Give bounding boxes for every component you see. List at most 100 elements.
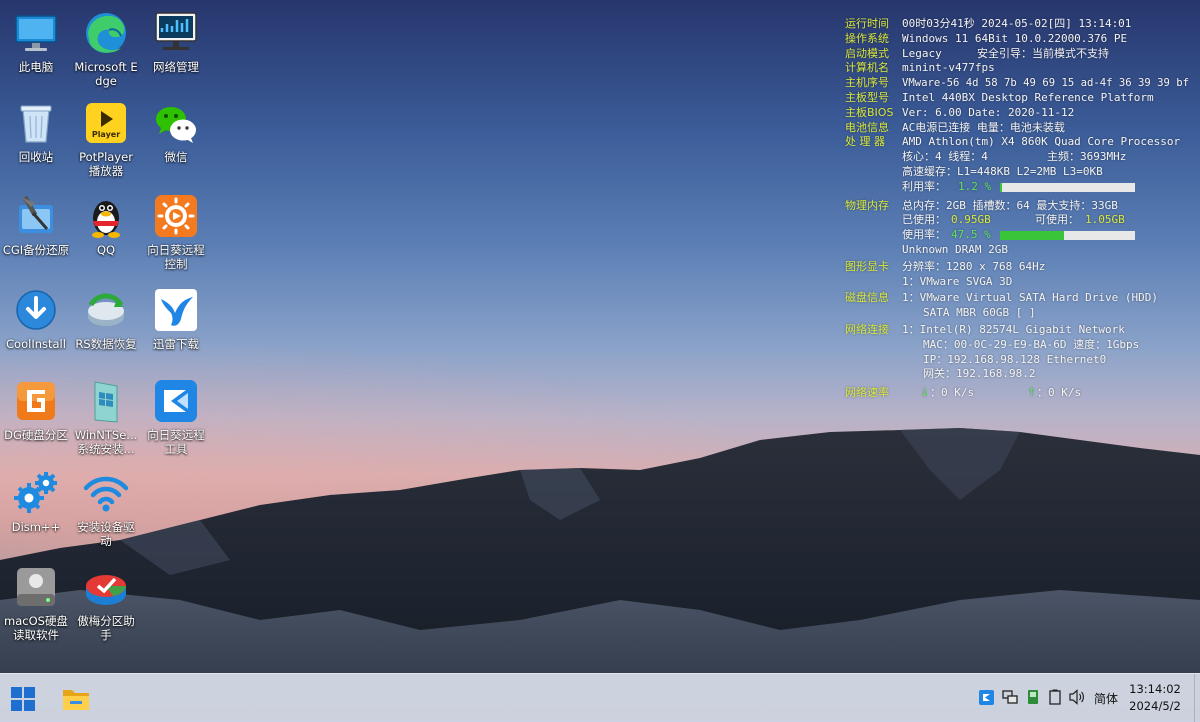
info-val-serial: VMware-56 4d 58 7b 49 69 15 ad-4f 36 39 … xyxy=(902,77,1190,90)
desktop-icon-coolinstall[interactable]: CoolInstall xyxy=(2,287,70,351)
sunlogin-tool-icon xyxy=(153,378,199,424)
info-key-battery: 电池信息 xyxy=(845,120,889,134)
windows-logo-icon xyxy=(11,687,35,711)
potplayer-icon: Player xyxy=(83,100,129,146)
info-label-mem-avail: 可使用： xyxy=(1035,213,1079,227)
info-label-mem-used: 已使用： xyxy=(902,213,946,227)
info-val-net-1: 1：Intel(R) 82574L Gigabit Network xyxy=(902,322,1125,336)
desktop-icon-edge[interactable]: Microsoft Edge xyxy=(72,10,140,88)
hard-drive-apple-icon xyxy=(13,564,59,610)
desktop-icon-label: 向日葵远程控制 xyxy=(147,243,205,271)
desktop-icon-label: DG硬盘分区 xyxy=(4,428,68,442)
desktop-icon-qq[interactable]: QQ xyxy=(72,193,140,257)
info-val-cpu-usage: 1.2 % xyxy=(958,179,992,193)
info-label-cpu-usage: 利用率： xyxy=(902,179,946,193)
desktop-icon-rs-recovery[interactable]: RS数据恢复 xyxy=(72,287,140,351)
monitor-icon xyxy=(13,10,59,56)
info-val-net-ip: IP：192.168.98.128 Ethernet0 xyxy=(923,352,1107,366)
desktop-icon-cgi-backup[interactable]: CGI备份还原 xyxy=(2,193,70,257)
info-val-cpu-freq: 主频：3693MHz xyxy=(1047,150,1127,164)
desktop-icon-winntsetup[interactable]: WinNTSe... 系统安装... xyxy=(72,378,140,456)
download-circle-icon xyxy=(13,287,59,333)
winntsetup-box-icon xyxy=(83,378,129,424)
info-val-boot: Legacy xyxy=(902,46,942,60)
info-key-network: 网络连接 xyxy=(845,322,889,336)
info-val-mem-usage: 47.5 % xyxy=(951,228,991,242)
tray-battery-icon[interactable] xyxy=(1048,689,1062,705)
desktop-icon-sunlogin-tool[interactable]: 向日葵远程工具 xyxy=(142,378,210,456)
gears-icon xyxy=(13,470,59,516)
clock-time: 13:14:02 xyxy=(1129,682,1181,696)
info-key-disk: 磁盘信息 xyxy=(845,291,889,305)
desktop-icon-wechat[interactable]: 微信 xyxy=(142,100,210,164)
desktop-icon-potplayer[interactable]: Player PotPlayer 播放器 xyxy=(72,100,140,178)
dg-partition-icon xyxy=(13,378,59,424)
tray-network-icon[interactable] xyxy=(1002,690,1018,705)
show-desktop-button[interactable] xyxy=(1194,674,1200,722)
desktop-icon-recycle-bin[interactable]: 回收站 xyxy=(2,100,70,164)
memory-usage-bar xyxy=(1000,231,1135,241)
tray-sunlogin-icon[interactable] xyxy=(979,690,994,705)
desktop-icon-this-pc[interactable]: 此电脑 xyxy=(2,10,70,74)
tray-green-app-icon[interactable] xyxy=(1027,689,1039,705)
desktop-icon-label: QQ xyxy=(96,243,116,257)
desktop-icon-label: 安装设备驱动 xyxy=(77,520,135,548)
desktop-icon-label: 迅雷下载 xyxy=(153,337,199,351)
desktop-icon-dism[interactable]: Dism++ xyxy=(2,470,70,534)
cpu-usage-bar-fill xyxy=(1000,182,1002,192)
info-val-cpu-cache: 高速缓存：L1=448KB L2=2MB L3=0KB xyxy=(902,164,1103,178)
info-key-bios: 主板BIOS xyxy=(845,105,894,119)
potplayer-badge-text: Player xyxy=(91,130,121,139)
tray-volume-icon[interactable] xyxy=(1069,689,1086,705)
desktop-icon-macos-reader[interactable]: macOS硬盘读取软件 xyxy=(2,564,70,642)
input-method-indicator[interactable]: 简体 xyxy=(1094,690,1118,707)
qq-penguin-icon xyxy=(83,193,129,239)
desktop-icon-dg-partition[interactable]: DG硬盘分区 xyxy=(2,378,70,442)
desktop-icon-network-manager[interactable]: 网络管理 xyxy=(142,10,210,74)
info-key-runtime: 运行时间 xyxy=(845,17,889,30)
cgi-backup-icon xyxy=(13,193,59,239)
info-val-cpu: AMD Athlon(tm) X4 860K Quad Core Process… xyxy=(902,135,1181,149)
desktop-icon-label: RS数据恢复 xyxy=(75,337,137,351)
desktop-icon-driver-install[interactable]: 安装设备驱动 xyxy=(72,470,140,548)
desktop-icon-label: CoolInstall xyxy=(6,337,66,351)
download-arrow-icon: ↓ xyxy=(920,386,930,400)
info-val-gpu-name: 1：VMware SVGA 3D xyxy=(902,274,1013,288)
info-val-secure-boot: 安全引导：当前模式不支持 xyxy=(977,46,1109,60)
info-val-battery: AC电源已连接 电量：电池未装载 xyxy=(902,120,1065,134)
info-val-net-mac: MAC：00-0C-29-E9-BA-6D 速度：1Gbps xyxy=(923,337,1140,351)
info-val-mem-type: Unknown DRAM 2GB xyxy=(902,242,1008,256)
desktop-icon-label: WinNTSe... 系统安装... xyxy=(74,428,138,456)
info-key-serial: 主机序号 xyxy=(845,76,889,90)
desktop-icon-label: 微信 xyxy=(164,150,188,164)
info-key-board: 主板型号 xyxy=(845,90,889,104)
desktop-icon-sunlogin-control[interactable]: 向日葵远程控制 xyxy=(142,193,210,271)
info-val-mem-used: 0.95GB xyxy=(951,213,991,227)
file-explorer-button[interactable] xyxy=(62,686,90,712)
info-val-runtime: 00时03分41秒 2024-05-02[四] 13:14:01 xyxy=(902,17,1132,30)
desktop-icon-label: CGI备份还原 xyxy=(2,243,70,257)
info-key-cpu: 处 理 器 xyxy=(845,135,885,149)
edge-browser-icon xyxy=(83,10,129,56)
info-val-bios: Ver: 6.00 Date: 2020-11-12 xyxy=(902,105,1075,119)
taskbar-clock[interactable]: 13:14:02 2024/5/2 xyxy=(1124,681,1186,715)
info-val-net-gateway: 网关：192.168.98.2 xyxy=(923,367,1036,381)
info-val-upload-speed: ：0 K/s xyxy=(1037,386,1082,400)
info-key-boot: 启动模式 xyxy=(845,46,889,60)
desktop-icon-label: macOS硬盘读取软件 xyxy=(4,614,68,642)
info-val-disk-2: SATA MBR 60GB [ ] xyxy=(923,306,1036,320)
desktop-icon-xunlei[interactable]: 迅雷下载 xyxy=(142,287,210,351)
upload-arrow-icon: ↑ xyxy=(1027,386,1037,400)
cpu-usage-bar xyxy=(1000,182,1135,192)
desktop-icon-aomei-partition[interactable]: 傲梅分区助手 xyxy=(72,564,140,642)
xunlei-bird-icon xyxy=(153,287,199,333)
info-label-mem-usage: 使用率： xyxy=(902,228,946,242)
rs-recovery-icon xyxy=(83,287,129,333)
start-button[interactable] xyxy=(11,687,35,711)
wifi-icon xyxy=(83,470,129,516)
network-monitor-icon xyxy=(153,10,199,56)
info-key-os: 操作系统 xyxy=(845,31,889,45)
info-val-cpu-cores: 核心：4 线程：4 xyxy=(902,150,988,164)
info-val-board: Intel 440BX Desktop Reference Platform xyxy=(902,90,1154,104)
info-key-pcname: 计算机名 xyxy=(845,61,889,75)
